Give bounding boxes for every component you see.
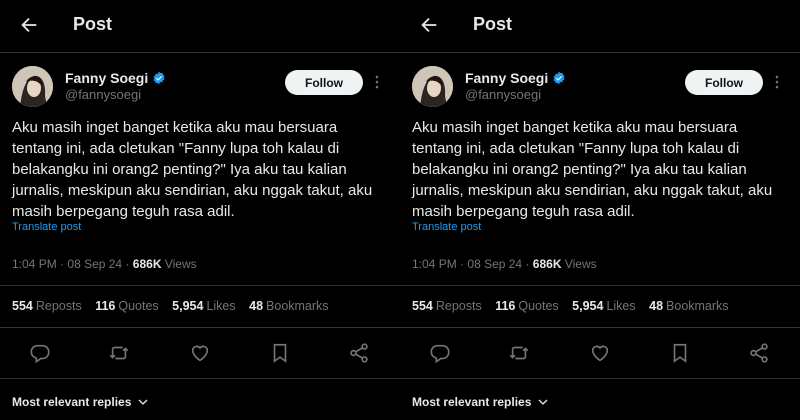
bookmark-icon[interactable]: [269, 342, 291, 364]
post-date[interactable]: 08 Sep 24: [67, 257, 122, 271]
post-text: Aku masih inget banget ketika aku mau be…: [12, 119, 373, 220]
replies-sort-dropdown[interactable]: Most relevant replies: [412, 395, 549, 409]
like-icon[interactable]: [189, 342, 211, 364]
chevron-down-icon: [138, 399, 148, 405]
post-date[interactable]: 08 Sep 24: [467, 257, 522, 271]
post-panel-right: Post Fanny Soegi @fannysoegi Follow Aku …: [400, 0, 800, 420]
header-divider: [400, 52, 800, 53]
share-icon[interactable]: [348, 342, 370, 364]
replies-sort-dropdown[interactable]: Most relevant replies: [12, 395, 149, 409]
share-icon[interactable]: [748, 342, 770, 364]
avatar[interactable]: [12, 66, 53, 107]
views-label: Views: [164, 257, 197, 271]
reply-icon[interactable]: [429, 342, 451, 364]
post-text: Aku masih inget banget ketika aku mau be…: [412, 119, 773, 220]
quotes-stat[interactable]: 116 Quotes: [95, 299, 158, 313]
stats-divider: [0, 327, 400, 328]
author-name-row: Fanny Soegi: [65, 70, 166, 86]
meta-divider: [0, 285, 400, 286]
bookmarks-stat[interactable]: 48 Bookmarks: [649, 299, 728, 313]
bookmarks-stat[interactable]: 48 Bookmarks: [249, 299, 328, 313]
likes-stat[interactable]: 5,954 Likes: [172, 299, 235, 313]
more-vertical-icon[interactable]: [372, 74, 382, 90]
likes-stat[interactable]: 5,954 Likes: [572, 299, 635, 313]
author-handle[interactable]: @fannysoegi: [465, 87, 541, 102]
follow-button[interactable]: Follow: [685, 70, 763, 95]
actions-divider: [0, 378, 400, 379]
post-time[interactable]: 1:04 PM: [12, 257, 57, 271]
avatar[interactable]: [412, 66, 453, 107]
translate-link[interactable]: Translate post: [12, 221, 81, 233]
post-meta: 1:04 PM · 08 Sep 24 · 686K Views: [412, 257, 597, 271]
views-count: 686K: [532, 257, 562, 271]
like-icon[interactable]: [589, 342, 611, 364]
page-title: Post: [473, 14, 513, 34]
author-name[interactable]: Fanny Soegi: [65, 70, 148, 86]
actions-divider: [400, 378, 800, 379]
top-bar: Post: [0, 0, 400, 52]
views-label: Views: [564, 257, 597, 271]
verified-badge-icon: [553, 71, 565, 85]
views-count: 686K: [132, 257, 162, 271]
follow-button[interactable]: Follow: [285, 70, 363, 95]
translate-link[interactable]: Translate post: [412, 221, 481, 233]
author-name[interactable]: Fanny Soegi: [465, 70, 548, 86]
engagement-stats: 554 Reposts 116 Quotes 5,954 Likes 48 Bookma…: [12, 299, 339, 313]
action-bar: [0, 342, 400, 364]
chevron-down-icon: [538, 399, 548, 405]
quotes-stat[interactable]: 116 Quotes: [495, 299, 558, 313]
post-time[interactable]: 1:04 PM: [412, 257, 457, 271]
meta-divider: [400, 285, 800, 286]
repost-icon[interactable]: [108, 342, 130, 364]
action-bar: [400, 342, 800, 364]
repost-icon[interactable]: [508, 342, 530, 364]
top-bar: Post: [400, 0, 800, 52]
more-vertical-icon[interactable]: [772, 74, 782, 90]
author-name-row: Fanny Soegi: [465, 70, 566, 86]
reposts-stat[interactable]: 554 Reposts: [12, 299, 82, 313]
stats-divider: [400, 327, 800, 328]
verified-badge-icon: [153, 71, 165, 85]
header-divider: [0, 52, 400, 53]
post-meta: 1:04 PM · 08 Sep 24 · 686K Views: [12, 257, 197, 271]
arrow-left-icon[interactable]: [418, 14, 440, 36]
arrow-left-icon[interactable]: [18, 14, 40, 36]
post-panel-left: Post Fanny Soegi @fannysoegi Follow Aku …: [0, 0, 400, 420]
engagement-stats: 554 Reposts 116 Quotes 5,954 Likes 48 Bookma…: [412, 299, 739, 313]
bookmark-icon[interactable]: [669, 342, 691, 364]
author-handle[interactable]: @fannysoegi: [65, 87, 141, 102]
reply-icon[interactable]: [29, 342, 51, 364]
reposts-stat[interactable]: 554 Reposts: [412, 299, 482, 313]
page-title: Post: [73, 14, 113, 34]
